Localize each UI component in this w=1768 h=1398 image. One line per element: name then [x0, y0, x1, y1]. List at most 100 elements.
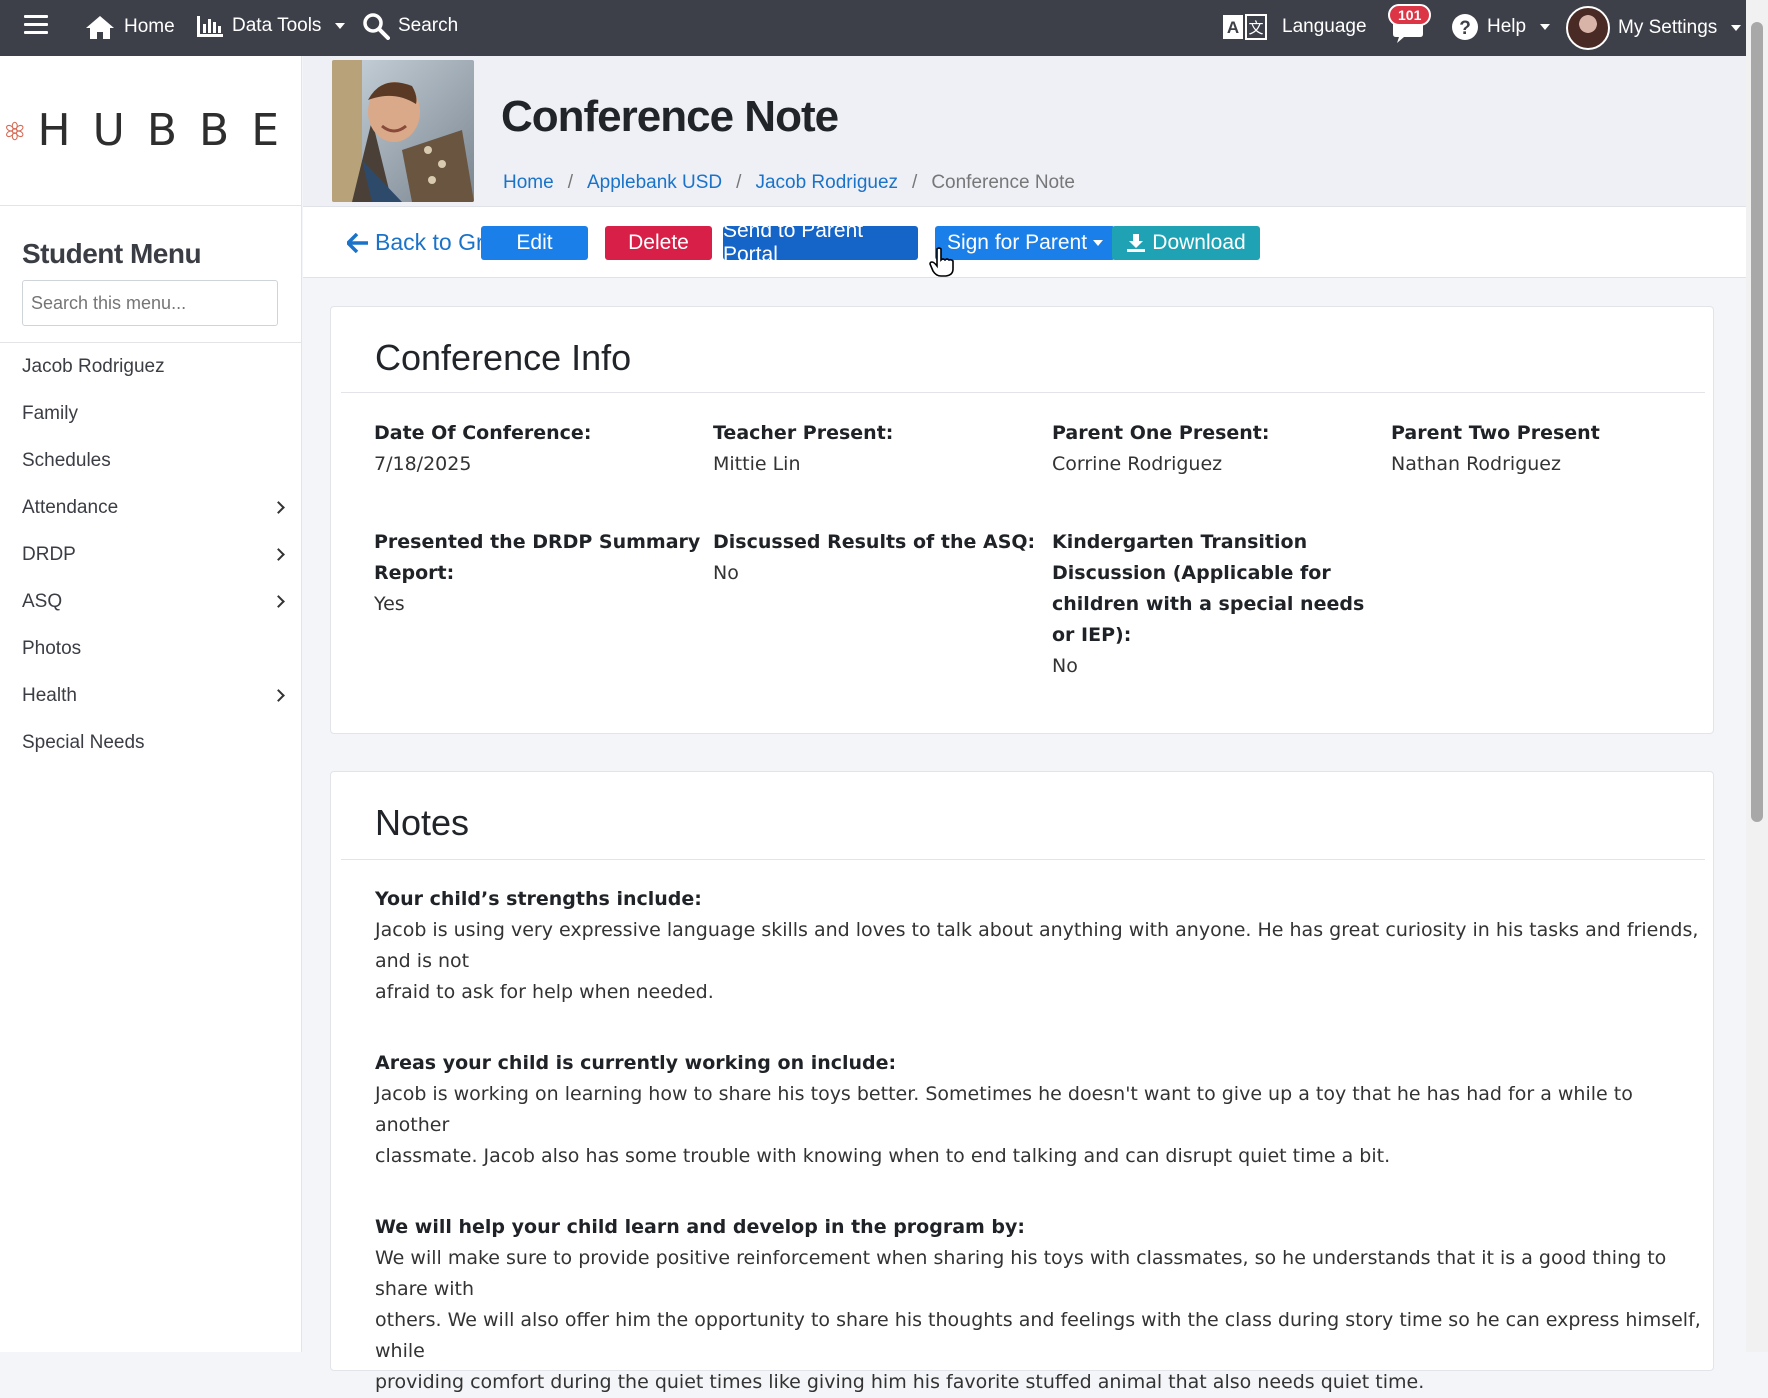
asq-results-field: Discussed Results of the ASQ: No [713, 527, 1035, 589]
student-sidebar: HUBBE Student Menu Jacob Rodriguez Family… [0, 56, 302, 1352]
hamburger-menu-icon[interactable] [24, 15, 48, 35]
breadcrumb-home[interactable]: Home [503, 172, 554, 194]
nav-language[interactable]: A文 Language [1222, 14, 1367, 40]
notes-title: Notes [341, 772, 1705, 860]
page-title: Conference Note [501, 92, 839, 141]
sidebar-item-label: Jacob Rodriguez [22, 355, 165, 377]
nav-search-label: Search [398, 15, 459, 36]
user-avatar [1566, 6, 1610, 50]
kindergarten-transition-label-line3: children with a special needs [1052, 593, 1365, 615]
drdp-summary-label-line2: Report: [374, 562, 455, 584]
kindergarten-transition-label-line1: Kindergarten Transition [1052, 531, 1308, 553]
caret-down-icon [1731, 25, 1742, 31]
strengths-note: Your child’s strengths include: Jacob is… [375, 884, 1705, 1008]
parent-two-present-field: Parent Two Present Nathan Rodriguez [1391, 418, 1600, 480]
download-label: Download [1152, 231, 1246, 254]
sidebar-item-label: Special Needs [22, 731, 145, 753]
brand-logo[interactable]: HUBBE [0, 56, 301, 206]
top-navbar: Home Data Tools Search A文 Language 101 ?… [0, 0, 1746, 56]
breadcrumb-current: Conference Note [931, 172, 1075, 193]
nav-home-label: Home [124, 16, 175, 37]
strengths-text-line2: afraid to ask for help when needed. [375, 981, 714, 1003]
areas-label: Areas your child is currently working on… [375, 1052, 897, 1074]
sidebar-item-asq[interactable]: ASQ [0, 578, 301, 625]
nav-data-tools[interactable]: Data Tools [196, 14, 346, 38]
sidebar-item-drdp[interactable]: DRDP [0, 531, 301, 578]
kindergarten-transition-value: No [1052, 655, 1078, 677]
sidebar-item-label: ASQ [22, 590, 63, 612]
breadcrumb-separator: / [912, 172, 918, 193]
sidebar-item-family[interactable]: Family [0, 390, 301, 437]
nav-help-label: Help [1487, 16, 1527, 37]
date-of-conference-value: 7/18/2025 [374, 453, 472, 475]
conference-info-title: Conference Info [341, 307, 1705, 393]
svg-text:文: 文 [1248, 19, 1263, 37]
help-develop-note: We will help your child learn and develo… [375, 1212, 1705, 1398]
strengths-text-line1: Jacob is using very expressive language … [375, 919, 1699, 972]
delete-button-label: Delete [628, 231, 689, 254]
chevron-right-icon [272, 501, 285, 514]
delete-button[interactable]: Delete [605, 226, 712, 260]
parent-one-present-value: Corrine Rodriguez [1052, 453, 1223, 475]
nav-my-settings-label: My Settings [1618, 17, 1718, 38]
sidebar-item-special-needs[interactable]: Special Needs [0, 719, 301, 766]
sidebar-item-label: Family [22, 402, 78, 424]
arrow-left-icon [347, 232, 368, 253]
kindergarten-transition-label-line2: Discussion (Applicable for [1052, 562, 1331, 584]
home-icon [86, 16, 114, 39]
parent-two-present-value: Nathan Rodriguez [1391, 453, 1561, 475]
drdp-summary-value: Yes [374, 593, 405, 615]
nav-data-tools-label: Data Tools [232, 15, 322, 36]
nav-home[interactable]: Home [84, 14, 175, 40]
menu-search-input[interactable] [22, 280, 278, 326]
areas-text-line2: classmate. Jacob also has some trouble w… [375, 1145, 1391, 1167]
download-icon [1127, 234, 1146, 252]
sidebar-item-schedules[interactable]: Schedules [0, 437, 301, 484]
translate-icon: A文 [1223, 14, 1267, 40]
sign-for-parent-button[interactable]: Sign for Parent [935, 226, 1115, 260]
chevron-right-icon [272, 689, 285, 702]
sidebar-item-label: Photos [22, 637, 82, 659]
asq-results-label: Discussed Results of the ASQ: [713, 531, 1036, 553]
svg-text:A: A [1227, 18, 1239, 37]
hand-pointer-cursor-icon [929, 247, 954, 277]
nav-help[interactable]: ? Help [1451, 13, 1551, 41]
sidebar-item-label: Schedules [22, 449, 111, 471]
nav-language-label: Language [1282, 16, 1367, 37]
sidebar-item-attendance[interactable]: Attendance [0, 484, 301, 531]
back-to-grid-link[interactable]: Back to Grid [347, 229, 502, 256]
breadcrumb-student[interactable]: Jacob Rodriguez [755, 172, 898, 194]
send-to-parent-portal-label: Send to Parent Portal [723, 219, 864, 266]
page-header: Conference Note Home / Applebank USD / J… [303, 56, 1746, 206]
breadcrumb-separator: / [736, 172, 742, 193]
student-menu-list: Jacob Rodriguez Family Schedules Attendance… [0, 342, 301, 766]
sidebar-item-jacob-rodriguez[interactable]: Jacob Rodriguez [0, 343, 301, 390]
chevron-right-icon [272, 548, 285, 561]
breadcrumb-district[interactable]: Applebank USD [587, 172, 722, 194]
parent-one-present-label: Parent One Present: [1052, 422, 1270, 444]
nav-my-settings[interactable]: My Settings [1566, 6, 1742, 50]
sidebar-item-photos[interactable]: Photos [0, 625, 301, 672]
teacher-present-label: Teacher Present: [713, 422, 894, 444]
notes-card: Notes Your child’s strengths include: Ja… [330, 771, 1714, 1393]
sidebar-item-label: Attendance [22, 496, 119, 518]
conference-info-card: Conference Info Date Of Conference: 7/18… [330, 306, 1714, 734]
drdp-summary-label-line1: Presented the DRDP Summary [374, 531, 701, 553]
flower-logo-icon [6, 121, 24, 140]
caret-down-icon [1093, 240, 1104, 246]
action-bar: Back to Grid Edit Delete Send to Parent … [303, 206, 1746, 278]
edit-button[interactable]: Edit [481, 226, 588, 260]
sign-for-parent-label: Sign for Parent [946, 231, 1088, 254]
student-menu-title: Student Menu [22, 238, 202, 269]
kindergarten-transition-label-line4: or IEP): [1052, 624, 1132, 646]
search-icon [363, 13, 390, 40]
edit-button-label: Edit [516, 231, 553, 254]
nav-search[interactable]: Search [362, 12, 458, 40]
drdp-summary-field: Presented the DRDP Summary Report: Yes [374, 527, 700, 620]
send-to-parent-portal-button[interactable]: Send to Parent Portal [723, 219, 918, 266]
areas-note: Areas your child is currently working on… [375, 1048, 1705, 1172]
download-button[interactable]: Download [1112, 226, 1260, 260]
page-scrollbar[interactable] [1746, 0, 1768, 1352]
sidebar-item-health[interactable]: Health [0, 672, 301, 719]
scrollbar-thumb[interactable] [1751, 22, 1763, 822]
